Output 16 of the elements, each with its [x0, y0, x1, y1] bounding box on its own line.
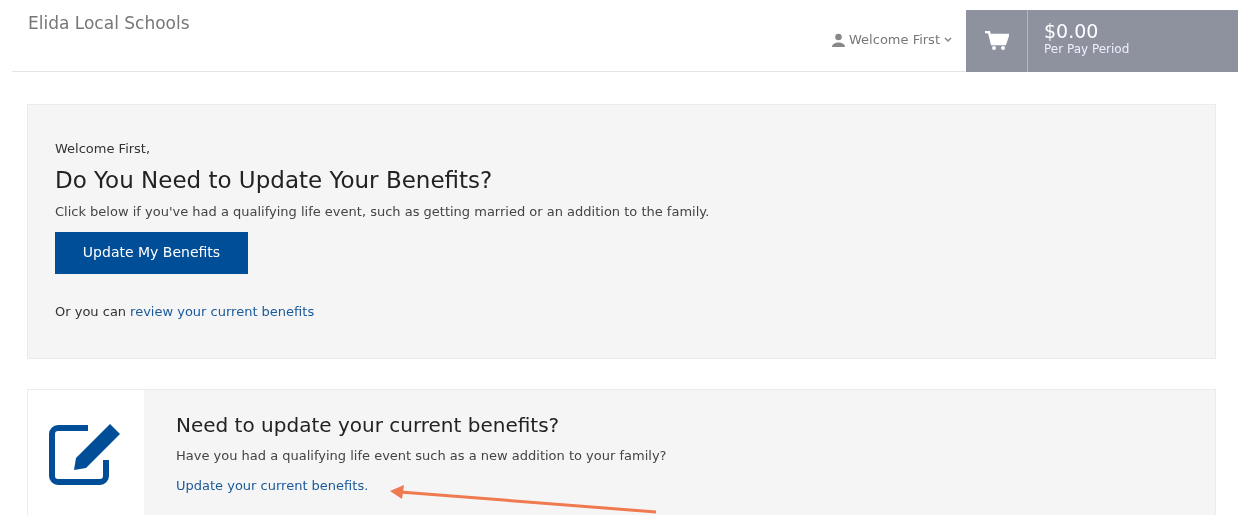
update-link[interactable]: Update your current benefits.: [176, 475, 369, 495]
cart-icon: [984, 31, 1009, 51]
user-icon: [832, 32, 846, 47]
chevron-icon: [944, 36, 952, 43]
card-description: Have you had a qualifying life event such as a new addition to your family?: [176, 447, 667, 465]
greeting: Welcome First,: [55, 140, 151, 158]
review-text: Or you can: [55, 302, 127, 321]
review-link[interactable]: review your current benefits: [130, 301, 315, 321]
cart-period: Per Pay Period: [1044, 42, 1130, 56]
user-menu[interactable]: Welcome First: [832, 30, 952, 50]
panel-heading: Do You Need to Update Your Benefits?: [55, 165, 493, 195]
site-title: Elida Local Schools: [28, 12, 190, 35]
cart-total: $0.00: [1044, 20, 1100, 42]
card-heading: Need to update your current benefits?: [176, 412, 560, 439]
update-benefits-button[interactable]: Update My Benefits: [55, 231, 248, 274]
panel-description: Click below if you've had a qualifying life event, such as getting married or an addition to the family.: [55, 203, 710, 221]
